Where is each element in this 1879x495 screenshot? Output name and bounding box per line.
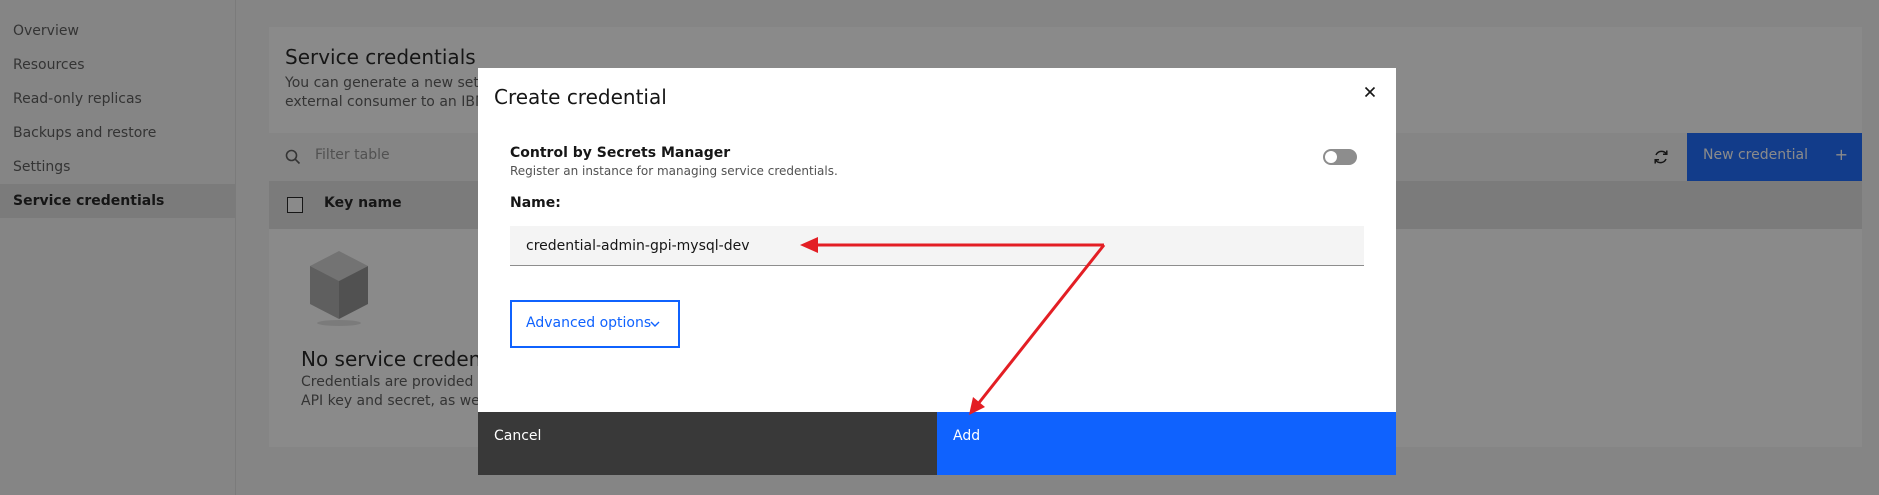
modal-title: Create credential (494, 85, 667, 109)
toggle-knob (1325, 151, 1337, 163)
secrets-manager-help: Register an instance for managing servic… (510, 164, 838, 178)
modal-footer: Cancel Add (478, 412, 1396, 475)
close-icon[interactable] (1356, 78, 1384, 106)
name-label: Name: (510, 195, 561, 211)
chevron-down-icon (650, 321, 660, 327)
secrets-manager-label: Control by Secrets Manager (510, 145, 731, 161)
create-credential-modal: Create credential Control by Secrets Man… (478, 68, 1396, 475)
add-button[interactable]: Add (937, 412, 1396, 475)
advanced-options-button[interactable]: Advanced options (510, 300, 680, 348)
name-input[interactable] (510, 226, 1364, 266)
secrets-manager-toggle[interactable] (1323, 149, 1357, 165)
advanced-options-label: Advanced options (526, 315, 652, 331)
cancel-button[interactable]: Cancel (478, 412, 937, 475)
